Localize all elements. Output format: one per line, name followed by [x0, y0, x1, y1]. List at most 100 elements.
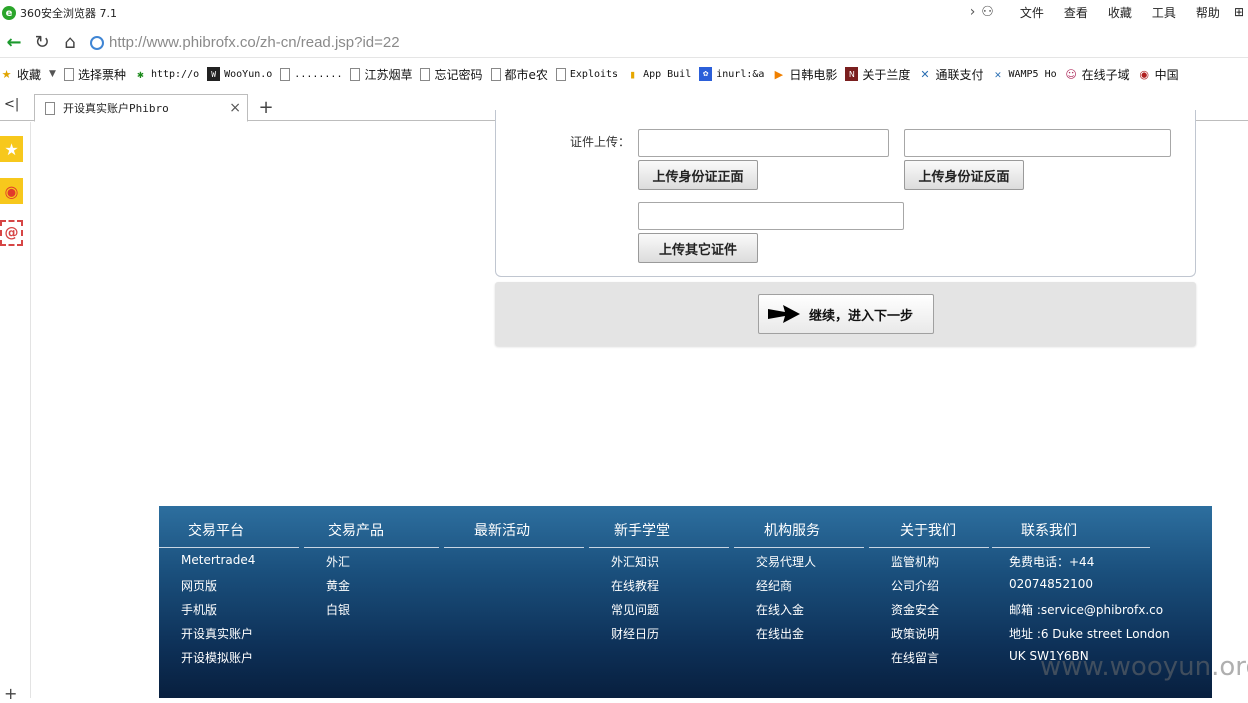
divider	[159, 547, 299, 548]
bookmark-item[interactable]: 江苏烟草	[350, 66, 412, 83]
divider	[444, 547, 584, 548]
footer-link[interactable]: 在线教程	[611, 577, 659, 594]
mail-icon[interactable]: @	[0, 220, 23, 246]
bookmark-item[interactable]: 选择票种	[63, 66, 126, 83]
continue-label: 继续，进入下一步	[809, 308, 914, 324]
chevron-right-icon[interactable]: ›	[970, 4, 976, 20]
footer-link[interactable]: 公司介绍	[891, 577, 939, 594]
site-icon	[90, 35, 104, 50]
menu-bar: › ⚇ 文件 查看 收藏 工具 帮助 ⊞	[970, 0, 1248, 24]
url-text[interactable]: http://www.phibrofx.co/zh-cn/read.jsp?id…	[109, 34, 400, 51]
page-icon	[350, 67, 361, 81]
footer-link[interactable]: 外汇	[326, 553, 350, 570]
footer-col-learn: 新手学堂 外汇知识 在线教程 常见问题 财经日历	[589, 506, 729, 698]
divider	[734, 547, 864, 548]
footer-link[interactable]: 监管机构	[891, 553, 939, 570]
back-arrow-icon[interactable]: ←	[0, 29, 28, 57]
footer-heading: 联系我们	[1021, 523, 1077, 539]
new-tab-button[interactable]: +	[254, 95, 278, 119]
footer-link[interactable]: 政策说明	[891, 625, 939, 642]
bookmark-item[interactable]: N 关于兰度	[845, 66, 910, 83]
collapse-sidebar-icon[interactable]: <|	[4, 97, 19, 112]
footer-link[interactable]: 开设模拟账户	[181, 649, 253, 666]
footer-heading: 交易产品	[328, 523, 384, 539]
menu-help[interactable]: 帮助	[1196, 4, 1220, 21]
menu-view[interactable]: 查看	[1064, 4, 1088, 21]
menu-file[interactable]: 文件	[1020, 4, 1044, 21]
bookmark-item[interactable]: 忘记密码	[420, 66, 483, 83]
arrow-right-icon	[768, 305, 800, 323]
id-front-file-field[interactable]	[638, 129, 889, 157]
footer-link[interactable]: Metertrade4	[181, 553, 255, 567]
footer-link[interactable]: 在线留言	[891, 649, 939, 666]
tab-title: 开设真实账户Phibro	[63, 102, 169, 115]
footer-col-products: 交易产品 外汇 黄金 白银	[304, 506, 439, 698]
upload-id-back-button[interactable]: 上传身份证反面	[904, 160, 1024, 190]
divider	[992, 547, 1150, 548]
add-icon[interactable]: +	[4, 684, 17, 703]
footer-link[interactable]: 手机版	[181, 601, 217, 618]
footer-link[interactable]: 白银	[326, 601, 350, 618]
bookmark-item[interactable]: ◉ 中国	[1138, 66, 1178, 83]
footer-link[interactable]: 外汇知识	[611, 553, 659, 570]
bookmark-item[interactable]: ▶ 日韩电影	[772, 66, 838, 83]
bookmark-item[interactable]: ✿ inurl:&a	[699, 67, 764, 81]
footer-heading: 最新活动	[474, 523, 530, 539]
favorites-star-icon[interactable]: ★	[0, 136, 23, 162]
page-icon	[490, 67, 501, 81]
footer-link[interactable]: 开设真实账户	[181, 625, 253, 642]
menu-favorites[interactable]: 收藏	[1108, 4, 1132, 21]
bookmark-item[interactable]: ✕ WAMP5 Ho	[991, 67, 1057, 81]
contact-email[interactable]: 邮箱 :service@phibrofx.co	[1009, 601, 1163, 618]
bookmark-item[interactable]: 都市e农	[490, 66, 548, 83]
footer-link[interactable]: 经纪商	[756, 577, 792, 594]
left-sidebar: ★ ◉ @ +	[0, 122, 31, 703]
title-bar: e 360安全浏览器 7.1 › ⚇ 文件 查看 收藏 工具 帮助 ⊞	[0, 0, 1248, 26]
footer-link[interactable]: 网页版	[181, 577, 217, 594]
bookmark-favorites[interactable]: ★ 收藏 ▼	[0, 66, 56, 83]
browser-logo-icon: e	[2, 6, 16, 20]
footer-link[interactable]: 在线入金	[756, 601, 804, 618]
footer-col-events: 最新活动	[444, 506, 584, 698]
home-icon[interactable]: ⌂	[56, 29, 84, 57]
footer-link[interactable]: 财经日历	[611, 625, 659, 642]
bookmark-item[interactable]: ☺ 在线子域	[1065, 66, 1129, 83]
bookmarks-bar: ★ 收藏 ▼ 选择票种 ✱ http://o W WooYun.o ........…	[0, 62, 1248, 86]
page-icon	[63, 67, 74, 81]
footer-col-platform: 交易平台 Metertrade4 网页版 手机版 开设真实账户 开设模拟账户	[159, 506, 299, 698]
bookmark-item[interactable]: Exploits	[555, 67, 618, 81]
refresh-icon[interactable]: ↻	[28, 29, 56, 57]
upload-other-document-button[interactable]: 上传其它证件	[638, 233, 758, 263]
footer-link[interactable]: 常见问题	[611, 601, 659, 618]
page-icon	[280, 67, 291, 81]
grid-menu-icon[interactable]: ⊞	[1234, 5, 1244, 19]
footer-link[interactable]: 资金安全	[891, 601, 939, 618]
divider	[589, 547, 729, 548]
dropdown-icon[interactable]: ▼	[49, 69, 56, 79]
footer-link[interactable]: 黄金	[326, 577, 350, 594]
tab-active[interactable]: 开设真实账户Phibro ×	[34, 94, 248, 122]
bookmark-item[interactable]: ✱ http://o	[134, 67, 199, 81]
address-bar[interactable]: http://www.phibrofx.co/zh-cn/read.jsp?id…	[90, 31, 1240, 55]
footer-link[interactable]: 交易代理人	[756, 553, 816, 570]
upload-label: 证件上传：	[570, 135, 631, 149]
bookmark-item[interactable]: ........	[280, 67, 342, 81]
bookmark-item[interactable]: ✕ 通联支付	[918, 66, 983, 83]
globe-icon: ◉	[1139, 67, 1149, 81]
menu-tools[interactable]: 工具	[1152, 4, 1176, 21]
upload-id-front-button[interactable]: 上传身份证正面	[638, 160, 758, 190]
bookmark-item[interactable]: ▮ App Buil	[626, 67, 691, 81]
close-tab-icon[interactable]: ×	[229, 100, 241, 116]
other-document-file-field[interactable]	[638, 202, 904, 230]
footer-col-about: 关于我们 监管机构 公司介绍 资金安全 政策说明 在线留言	[869, 506, 989, 698]
user-icon[interactable]: ⚇	[981, 4, 994, 20]
footer-col-institution: 机构服务 交易代理人 经纪商 在线入金 在线出金	[734, 506, 864, 698]
weibo-icon[interactable]: ◉	[0, 178, 23, 204]
footer-link[interactable]: 在线出金	[756, 625, 804, 642]
continue-next-step-button[interactable]: 继续，进入下一步	[758, 294, 934, 334]
bookmark-item[interactable]: W WooYun.o	[207, 67, 272, 81]
navigation-bar: ← ↻ ⌂ http://www.phibrofx.co/zh-cn/read.…	[0, 28, 1248, 58]
id-back-file-field[interactable]	[904, 129, 1171, 157]
footer-heading: 交易平台	[188, 523, 244, 539]
bookmark-logo-icon: N	[845, 67, 859, 81]
